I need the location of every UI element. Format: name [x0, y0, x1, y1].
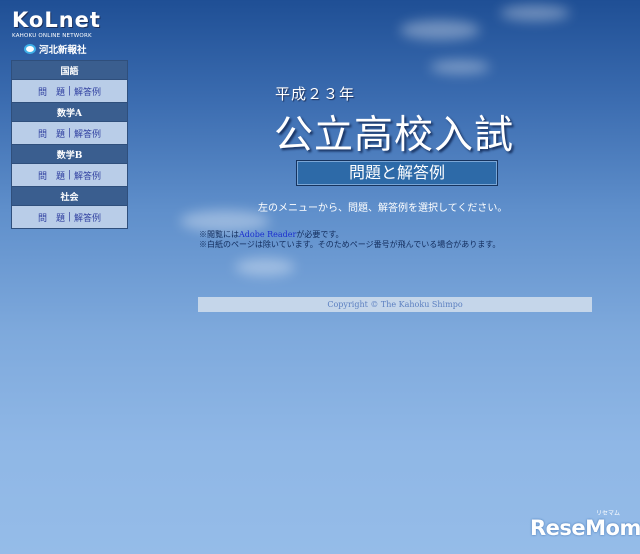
japanese-problem-link[interactable]: 問 題 [38, 85, 65, 98]
logo-tagline: KAHOKU ONLINE NETWORK [12, 33, 92, 39]
kahoku-mark-icon [24, 44, 36, 54]
instruction-text: 左のメニューから、問題、解答例を選択してください。 [258, 203, 508, 214]
reader-note-prefix: ※閲覧には [199, 230, 239, 239]
menu-links-japanese: 問 題 | 解答例 [12, 80, 127, 103]
menu-separator: | [67, 170, 72, 180]
math-b-answer-link[interactable]: 解答例 [74, 169, 101, 182]
menu-links-math-b: 問 題 | 解答例 [12, 164, 127, 187]
adobe-reader-link[interactable]: Adobe Reader [239, 230, 296, 239]
year-title: 平成２３年 [275, 85, 356, 103]
math-b-problem-link[interactable]: 問 題 [38, 169, 65, 182]
resemom-watermark: ReseMom [530, 516, 640, 540]
menu-category-math-a: 数学A [12, 103, 127, 122]
menu-separator: | [67, 212, 72, 222]
reader-note-suffix: が必要です。 [296, 230, 344, 239]
background-cloud [500, 5, 570, 21]
menu-category-social: 社会 [12, 187, 127, 206]
page-title: 公立高校入試 [274, 113, 515, 158]
menu-separator: | [67, 128, 72, 138]
copyright-bar: Copyright © The Kahoku Shimpo [198, 297, 592, 312]
menu-links-social: 問 題 | 解答例 [12, 206, 127, 228]
logo-company-name: 河北新報社 [39, 45, 87, 56]
blank-page-note: ※白紙のページは除いています。そのためページ番号が飛んでいる場合があります。 [199, 240, 501, 249]
background-cloud [430, 60, 490, 74]
logo-company: 河北新報社 [24, 42, 87, 56]
social-answer-link[interactable]: 解答例 [74, 211, 101, 224]
math-a-problem-link[interactable]: 問 題 [38, 127, 65, 140]
menu-category-math-b: 数学B [12, 145, 127, 164]
subject-menu: 国語 問 題 | 解答例 数学A 問 題 | 解答例 数学B 問 題 | 解答例… [11, 60, 128, 229]
menu-separator: | [67, 86, 72, 96]
kolnet-logo[interactable]: KoLnet KAHOKU ONLINE NETWORK 河北新報社 [10, 8, 122, 56]
social-problem-link[interactable]: 問 題 [38, 211, 65, 224]
math-a-answer-link[interactable]: 解答例 [74, 127, 101, 140]
logo-wordmark: KoLnet [12, 8, 101, 32]
background-cloud [235, 258, 295, 276]
japanese-answer-link[interactable]: 解答例 [74, 85, 101, 98]
background-cloud [400, 20, 480, 40]
menu-links-math-a: 問 題 | 解答例 [12, 122, 127, 145]
subtitle-banner: 問題と解答例 [296, 160, 498, 186]
menu-category-japanese: 国語 [12, 61, 127, 80]
